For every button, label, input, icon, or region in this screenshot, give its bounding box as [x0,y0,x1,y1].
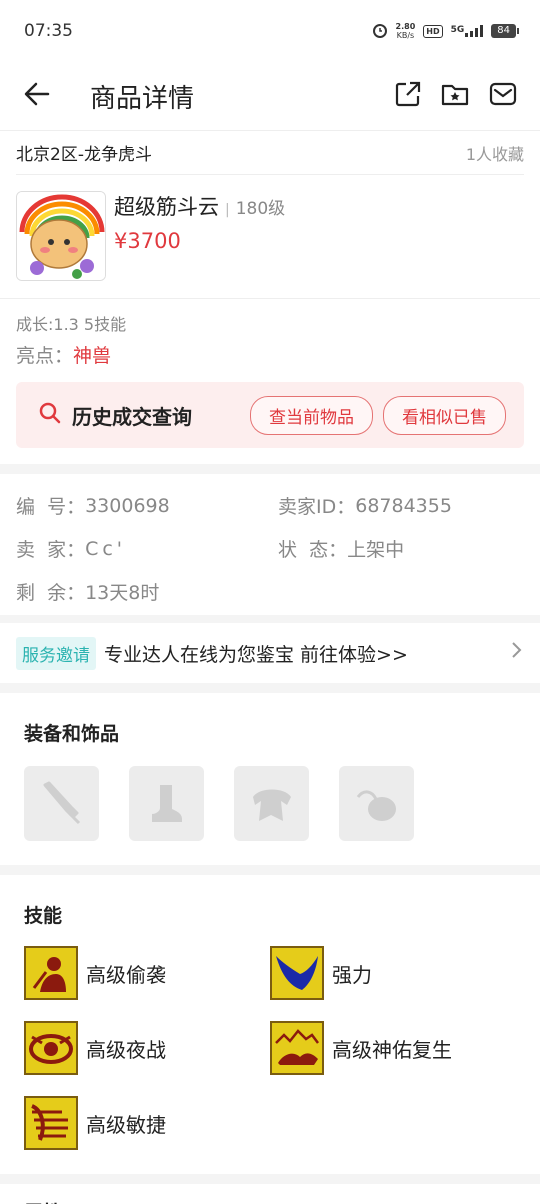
serial-row: 编 号： 3300698 [16,494,170,519]
service-invite-row[interactable]: 服务邀请 专业达人在线为您鉴宝 前往体验>> [0,623,540,683]
history-label: 历史成交查询 [72,404,192,429]
remain-row: 剩 余： 13天8时 [16,570,278,613]
skill-item[interactable]: 强力 [270,946,516,1000]
item-card: 超级筋斗云 | 180级 ¥3700 [0,175,540,299]
favorite-count[interactable]: 1人收藏 [466,141,524,165]
skill-item[interactable]: 高级神佑复生 [270,1021,516,1075]
skill-name: 高级神佑复生 [332,1037,452,1062]
alarm-icon [372,22,388,41]
history-panel: 历史成交查询 查当前物品 看相似已售 [16,382,524,448]
seller-value: Cc' [85,537,127,560]
service-tag: 服务邀请 [16,636,96,670]
seller-id-value: 68784355 [355,494,452,517]
item-level: 180级 [235,199,286,219]
equipment-slots [0,746,540,865]
check-current-button[interactable]: 查当前物品 [250,395,373,435]
signal-icon: 5G [451,25,484,37]
boots-slot-icon[interactable] [129,766,204,841]
highlight-value: 神兽 [73,345,112,367]
state-value: 上架中 [347,539,405,561]
skill-item[interactable]: 高级偷袭 [24,946,270,1000]
skills-title: 技能 [24,905,63,927]
attributes-title: 属性 [0,1184,540,1204]
item-title: 超级筋斗云 | 180级 [114,195,286,219]
search-icon [38,401,62,429]
highlight-row: 亮点：神兽 [0,335,540,368]
accessory-slot-icon[interactable] [339,766,414,841]
item-avatar [16,191,106,281]
mail-icon[interactable] [488,80,518,112]
skill-name: 高级偷袭 [86,962,166,987]
item-price: ¥3700 [114,229,181,253]
hd-badge: HD [423,24,443,38]
skill-name: 强力 [332,962,372,987]
highlight-label: 亮点： [16,345,74,367]
skill-item[interactable]: 高级夜战 [24,1021,270,1075]
favorite-folder-icon[interactable] [440,80,470,112]
skill-name: 高级夜战 [86,1037,166,1062]
network-speed: 2.80 KB/s [395,22,416,40]
chevron-right-icon [510,640,524,666]
battery-icon: 84 [491,24,519,38]
item-name: 超级筋斗云 [114,195,219,219]
skills-grid: 高级偷袭 强力 高级夜战 高级神佑复生 高级敏捷 [0,928,540,1160]
server-name: 北京2区-龙争虎斗 [16,145,152,165]
divine-revive-skill-icon [270,1021,324,1075]
info-grid: 编 号： 3300698 卖家ID： 68784355 卖 家： Cc' 状 态： 上架… [0,474,540,615]
strength-skill-icon [270,946,324,1000]
agility-skill-icon [24,1096,78,1150]
share-icon[interactable] [394,80,422,112]
skill-name: 高级敏捷 [86,1112,166,1137]
sneak-attack-skill-icon [24,946,78,1000]
back-arrow-icon[interactable] [22,79,52,113]
page-title: 商品详情 [90,83,195,114]
status-time: 07:35 [24,21,73,41]
armor-slot-icon[interactable] [234,766,309,841]
seller-row: 卖 家： Cc' [16,537,127,562]
remain-value: 13天8时 [85,582,160,604]
status-bar: 07:35 2.80 KB/s HD 5G 84 [0,0,540,62]
nav-bar: 商品详情 [0,62,540,130]
server-row: 北京2区-龙争虎斗 1人收藏 [16,131,524,175]
view-similar-sold-button[interactable]: 看相似已售 [383,395,506,435]
service-text: 专业达人在线为您鉴宝 前往体验>> [104,643,408,666]
weapon-slot-icon[interactable] [24,766,99,841]
night-fight-skill-icon [24,1021,78,1075]
state-row: 状 态： 上架中 [278,527,524,570]
growth-text: 成长:1.3 5技能 [16,315,127,334]
serial-value: 3300698 [85,494,170,517]
status-icons: 2.80 KB/s HD 5G 84 [372,22,519,41]
seller-id-row: 卖家ID： 68784355 [278,494,452,519]
equipment-title: 装备和饰品 [24,723,120,745]
skill-item[interactable]: 高级敏捷 [24,1096,270,1150]
